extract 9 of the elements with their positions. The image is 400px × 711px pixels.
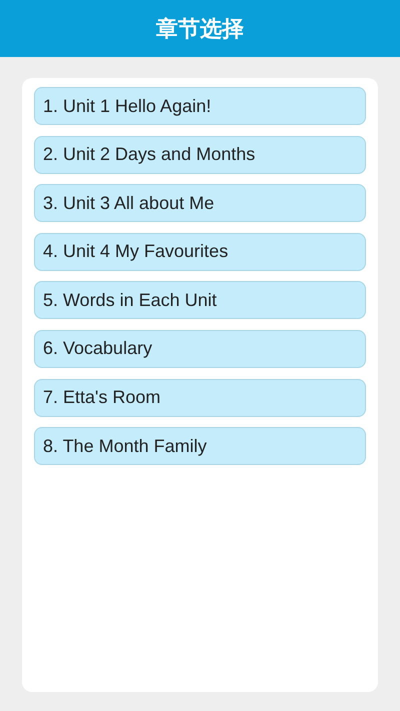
chapter-button[interactable]: 4. Unit 4 My Favourites — [34, 232, 366, 271]
chapter-button[interactable]: 1. Unit 1 Hello Again! — [34, 87, 366, 125]
chapter-button[interactable]: 5. Words in Each Unit — [34, 281, 366, 320]
chapter-button[interactable]: 8. The Month Family — [34, 427, 366, 466]
chapter-button[interactable]: 2. Unit 2 Days and Months — [34, 136, 366, 174]
chapter-button[interactable]: 6. Vocabulary — [34, 330, 366, 368]
chapter-button[interactable]: 7. Etta's Room — [34, 378, 366, 417]
page-title: 章节选择 — [156, 16, 244, 44]
chapter-button[interactable]: 3. Unit 3 All about Me — [34, 184, 366, 222]
